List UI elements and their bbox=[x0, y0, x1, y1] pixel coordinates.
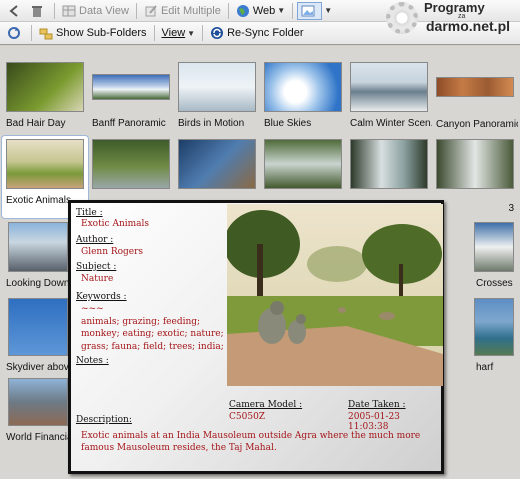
thumbnail-image bbox=[350, 62, 428, 112]
back-button[interactable] bbox=[4, 1, 27, 21]
folder-tree-icon bbox=[39, 28, 53, 40]
subject-label: Subject : bbox=[76, 262, 117, 272]
data-view-label: Data View bbox=[79, 4, 129, 17]
thumbnail-caption: Birds in Motion bbox=[178, 118, 245, 129]
keywords-label: Keywords : bbox=[76, 292, 127, 302]
edit-multiple-label: Edit Multiple bbox=[160, 4, 221, 17]
thumbnail-item[interactable]: Calm Winter Scen... bbox=[346, 62, 432, 129]
site-logo: Programy za darmo.net.pl bbox=[358, 0, 518, 40]
thumbnail-image bbox=[264, 62, 342, 112]
view-mode-dropdown[interactable] bbox=[297, 1, 323, 20]
thumbnail-image bbox=[8, 298, 68, 356]
toolbar-separator bbox=[135, 2, 137, 19]
thumbnail-caption: Blue Skies bbox=[264, 118, 312, 129]
title-value: Exotic Animals bbox=[81, 219, 150, 229]
thumbnail-image bbox=[350, 139, 428, 189]
thumbnail-image bbox=[436, 77, 514, 97]
keywords-value-line: grass; fauna; field; trees; india; bbox=[81, 342, 224, 352]
thumbnail-item[interactable]: harf bbox=[474, 298, 520, 373]
edit-multiple-button[interactable]: Edit Multiple bbox=[141, 1, 224, 21]
back-arrow-icon bbox=[9, 4, 18, 17]
thumbnail-image bbox=[92, 74, 170, 100]
thumbnail-item[interactable]: 3 bbox=[432, 139, 518, 214]
thumbnail-item[interactable] bbox=[346, 139, 432, 189]
view-menu-label: View bbox=[161, 27, 186, 39]
delete-button[interactable] bbox=[27, 1, 50, 21]
view-menu-dropdown[interactable]: View ▼ bbox=[159, 23, 199, 43]
resync-folder-label: Re-Sync Folder bbox=[227, 27, 304, 39]
web-label: Web bbox=[252, 4, 276, 17]
web-dropdown[interactable]: Web ▼ bbox=[233, 1, 288, 21]
thumbnail-caption: Canyon Panoramic bbox=[436, 119, 518, 130]
keywords-value-line: monkey; eating; exotic; nature; bbox=[81, 329, 224, 339]
keywords-value-line: ~~~ bbox=[81, 304, 104, 314]
gear-logo-icon bbox=[386, 2, 418, 34]
description-label: Description: bbox=[76, 415, 132, 425]
logo-line-1: Programy bbox=[424, 0, 485, 15]
preview-photo bbox=[227, 204, 443, 386]
thumbnail-item[interactable] bbox=[174, 139, 260, 189]
thumbnail-image bbox=[178, 62, 256, 112]
author-value: Glenn Rogers bbox=[81, 247, 144, 257]
title-label: Title : bbox=[76, 208, 103, 218]
date-taken-label: Date Taken : bbox=[348, 400, 406, 410]
thumbnail-image bbox=[178, 139, 256, 189]
chevron-down-icon: ▼ bbox=[187, 28, 196, 38]
thumbnail-caption: harf bbox=[476, 362, 494, 373]
thumbnail-item[interactable]: Bad Hair Day bbox=[2, 62, 88, 129]
thumbnail-caption: Bad Hair Day bbox=[6, 118, 66, 129]
globe-icon bbox=[236, 4, 249, 17]
thumbnail-image bbox=[92, 139, 170, 189]
trash-icon bbox=[32, 5, 42, 17]
toolbar-separator bbox=[31, 25, 32, 41]
keywords-value-line: animals; grazing; feeding; bbox=[81, 317, 201, 327]
date-taken-value: 2005-01-23 11:03:38 bbox=[348, 412, 400, 432]
thumbnail-image bbox=[6, 62, 84, 112]
toolbar-separator bbox=[54, 2, 55, 19]
notes-label: Notes : bbox=[76, 356, 109, 366]
thumbnail-item[interactable] bbox=[88, 139, 174, 189]
toolbar-separator bbox=[153, 25, 155, 41]
description-value: Exotic animals at an India Mausoleum out… bbox=[81, 431, 421, 453]
thumbnail-item[interactable]: Blue Skies bbox=[260, 62, 346, 129]
thumbnail-image bbox=[436, 139, 514, 189]
thumbnail-caption: Banff Panoramic bbox=[92, 118, 166, 129]
thumbnail-item[interactable]: Birds in Motion bbox=[174, 62, 260, 129]
resync-folder-button[interactable]: Re-Sync Folder bbox=[207, 23, 306, 43]
show-subfolders-button[interactable]: Show Sub-Folders bbox=[36, 23, 150, 43]
thumbnail-item[interactable] bbox=[260, 139, 346, 189]
refresh-button[interactable] bbox=[4, 23, 27, 43]
toolbar-separator bbox=[292, 2, 294, 19]
thumbnail-caption: Calm Winter Scen... bbox=[350, 118, 432, 129]
logo-line-3: darmo.net.pl bbox=[426, 18, 511, 34]
camera-model-label: Camera Model : bbox=[229, 400, 303, 410]
thumbnail-image bbox=[6, 139, 84, 189]
thumbnail-image bbox=[264, 139, 342, 189]
thumbnail-view-icon bbox=[301, 5, 315, 16]
refresh-icon bbox=[8, 27, 20, 39]
edit-icon bbox=[145, 4, 157, 16]
subject-value: Nature bbox=[81, 274, 114, 284]
thumbnail-item[interactable]: Banff Panoramic bbox=[88, 62, 174, 129]
data-view-button[interactable]: Data View bbox=[59, 1, 132, 21]
author-label: Author : bbox=[76, 235, 114, 245]
chevron-down-icon: ▼ bbox=[277, 6, 286, 15]
camera-model-value: C5050Z bbox=[229, 412, 266, 422]
chevron-down-icon[interactable]: ▼ bbox=[324, 6, 332, 15]
thumbnail-image bbox=[474, 222, 514, 272]
thumbnail-caption: 3 bbox=[508, 203, 514, 214]
show-subfolders-label: Show Sub-Folders bbox=[56, 27, 147, 39]
sync-icon bbox=[211, 27, 224, 39]
toolbar-separator bbox=[227, 2, 229, 19]
thumbnail-image bbox=[8, 222, 68, 272]
metadata-tooltip: Title : Exotic Animals Author : Glenn Ro… bbox=[68, 200, 444, 474]
thumbnail-image bbox=[8, 378, 68, 426]
toolbar-separator bbox=[202, 25, 204, 41]
thumbnail-image bbox=[474, 298, 514, 356]
table-icon bbox=[62, 5, 76, 16]
thumbnail-caption: Crosses bbox=[476, 278, 513, 289]
thumbnail-item[interactable]: Crosses bbox=[474, 222, 520, 289]
thumbnail-item[interactable]: Canyon Panoramic bbox=[432, 62, 518, 130]
